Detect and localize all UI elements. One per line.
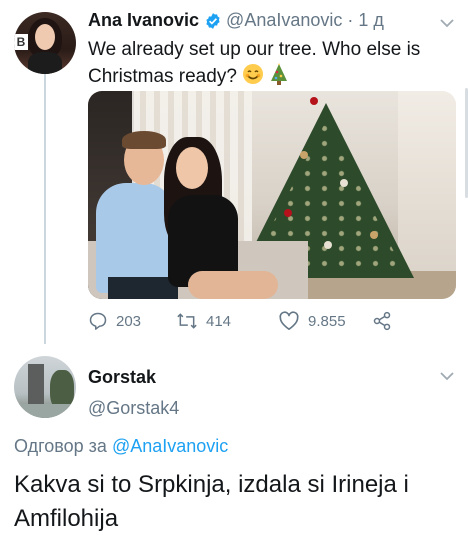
avatar-ground — [14, 404, 76, 418]
verified-badge-icon — [206, 12, 220, 29]
like-button[interactable]: 9.855 — [278, 311, 346, 331]
avatar-ana-ivanovic[interactable]: B — [14, 12, 76, 74]
reply-label: Одговор за — [14, 436, 107, 456]
tweet-text: We already set up our tree. Who else is … — [88, 37, 448, 90]
avatar-face — [35, 24, 55, 50]
retweet-icon — [177, 313, 197, 329]
reply-count: 203 — [116, 312, 142, 330]
reply-mention-link[interactable]: @AnaIvanovic — [112, 436, 228, 456]
retweet-button[interactable]: 414 — [176, 311, 231, 331]
tweet-photo[interactable] — [88, 91, 456, 299]
avatar-monument — [28, 364, 44, 406]
avatar-body — [28, 52, 62, 74]
photo-man-hair — [122, 131, 166, 149]
heart-icon — [279, 311, 299, 330]
avatar-gorstak[interactable] — [14, 356, 76, 418]
separator-dot: · — [347, 10, 354, 30]
avatar-badge: B — [14, 34, 28, 50]
photo-ornament — [300, 151, 308, 159]
photo-ornament — [370, 231, 378, 239]
chevron-down-icon[interactable] — [440, 18, 454, 28]
photo-woman-legs — [188, 271, 278, 299]
author-name[interactable]: Ana Ivanovic — [88, 10, 199, 31]
tweet-timestamp[interactable]: 1 д — [358, 10, 384, 31]
share-icon — [373, 311, 391, 331]
reply-icon — [89, 312, 107, 330]
photo-woman-face — [176, 147, 208, 189]
author-handle-gorstak[interactable]: @Gorstak4 — [88, 398, 179, 419]
share-button[interactable] — [372, 311, 400, 331]
photo-ornament — [340, 179, 348, 187]
tweet-header: Ana Ivanovic @AnaIvanovic · 1 д — [88, 10, 384, 31]
smiling-face-emoji-icon — [243, 64, 264, 84]
tweet-actions: 203 414 9.855 — [88, 311, 408, 335]
reply-tweet-text: Kakva si to Srpkinja, izdala si Irineja … — [14, 471, 409, 532]
chevron-down-icon[interactable] — [440, 371, 454, 381]
christmas-tree-emoji-icon — [271, 63, 288, 85]
photo-ornament — [284, 209, 292, 217]
replying-to: Одговор за @AnaIvanovic — [14, 436, 228, 457]
retweet-count: 414 — [206, 312, 232, 330]
author-name-gorstak[interactable]: Gorstak — [88, 367, 156, 388]
photo-ornament — [310, 97, 318, 105]
tweet-ana-ivanovic[interactable]: B Ana Ivanovic @AnaIvanovic · 1 д We alr… — [0, 0, 468, 345]
reply-button[interactable]: 203 — [88, 311, 141, 331]
tweet-text-line2: Christmas ready? — [88, 66, 237, 87]
photo-ornament — [324, 241, 332, 249]
tweet-text-line1: We already set up our tree. Who else is — [88, 39, 421, 60]
author-handle[interactable]: @AnaIvanovic — [226, 10, 342, 31]
photo-man-legs — [108, 277, 178, 299]
like-count: 9.855 — [308, 312, 346, 330]
